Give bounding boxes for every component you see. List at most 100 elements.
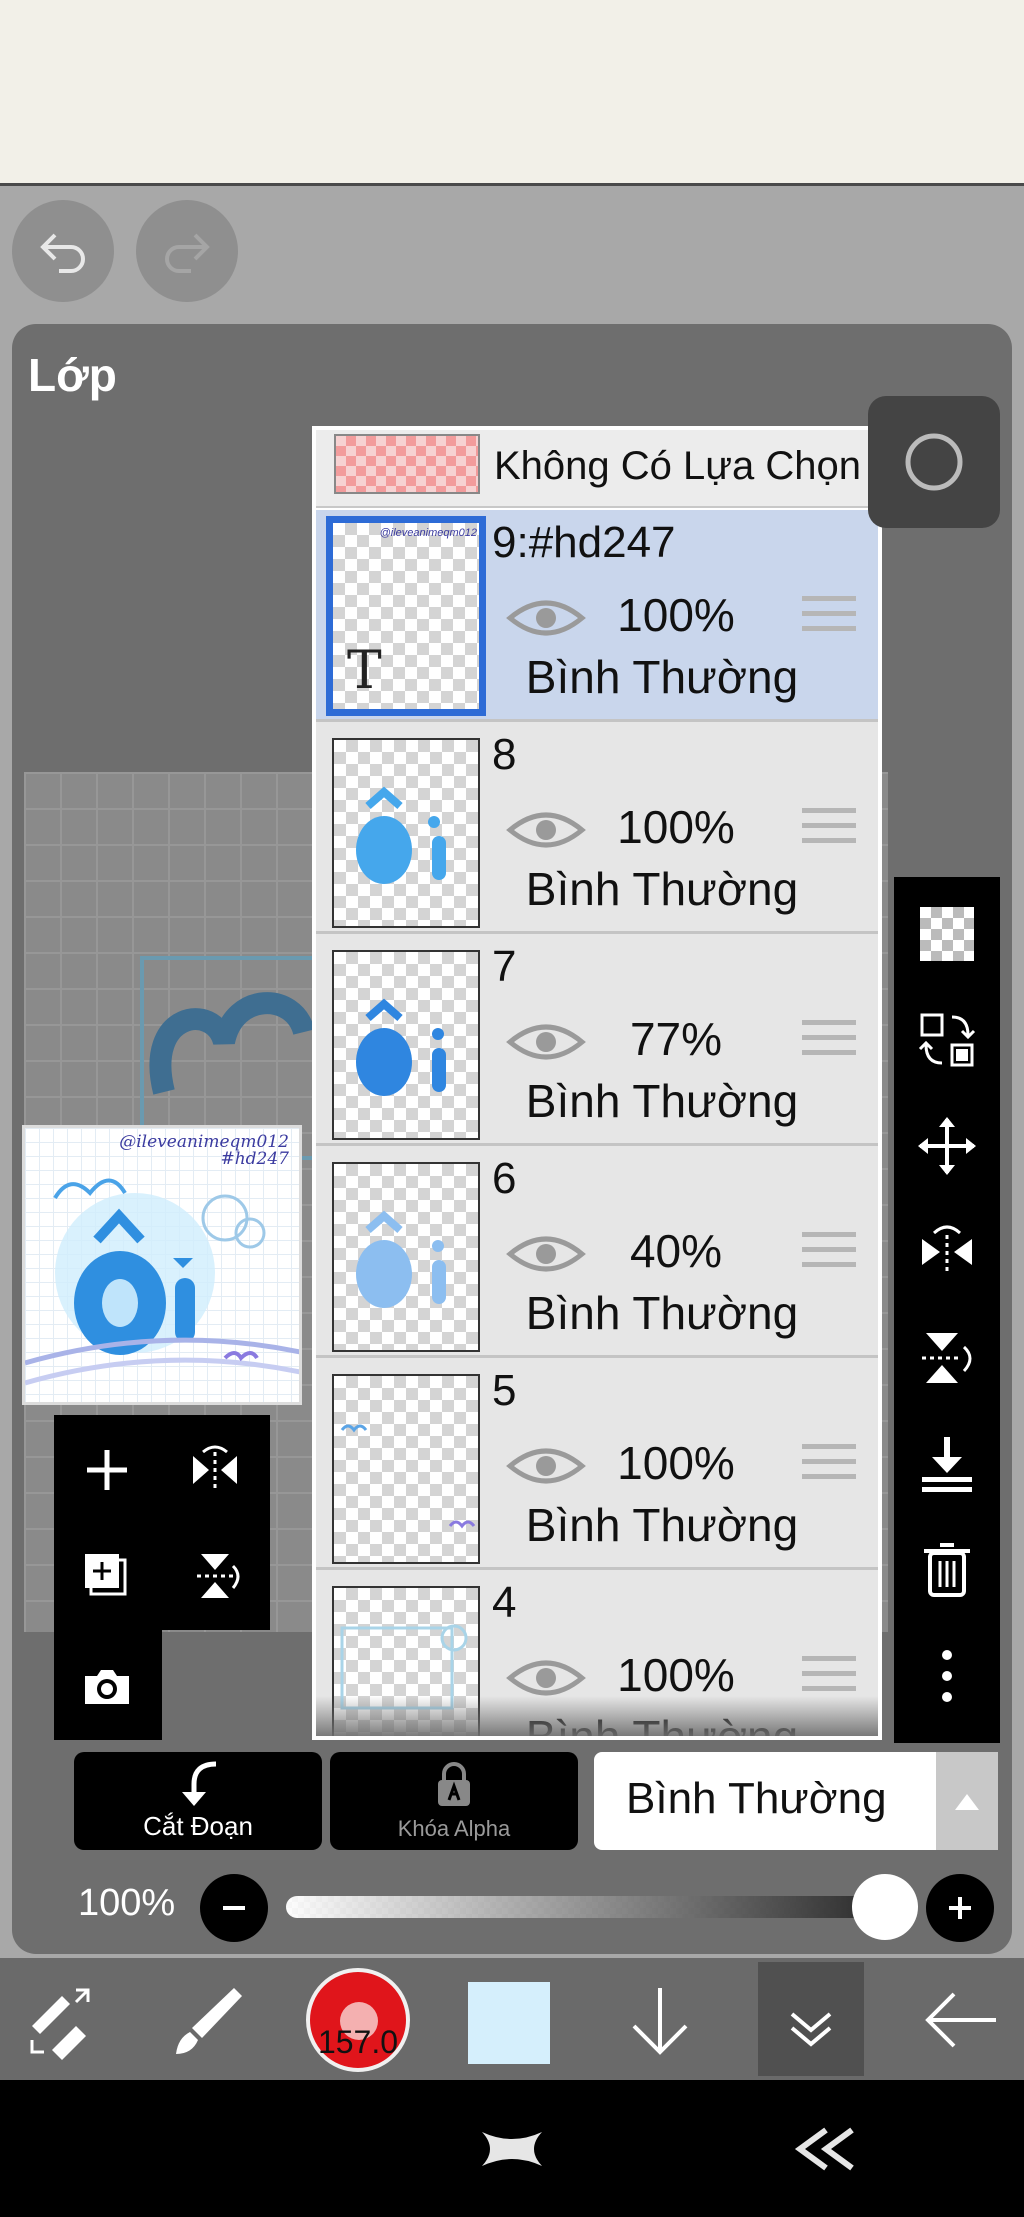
drag-handle-icon[interactable] xyxy=(802,808,856,850)
layer-row[interactable]: @ileveanimeqm012 T 9:#hd247 100% Bình Th… xyxy=(316,510,878,722)
caret-up-icon[interactable] xyxy=(936,1752,998,1850)
layer-blend-mode[interactable]: Bình Thường xyxy=(492,650,832,704)
flip-vertical-button[interactable] xyxy=(180,1541,250,1611)
undo-icon xyxy=(40,233,85,273)
opacity-decrease-button[interactable] xyxy=(200,1874,268,1942)
drag-handle-icon[interactable] xyxy=(802,1232,856,1274)
undo-button[interactable] xyxy=(12,200,114,302)
arrow-left-icon xyxy=(925,1992,996,2048)
visibility-eye-icon[interactable] xyxy=(506,1230,586,1278)
brush-tool-button[interactable] xyxy=(160,1972,256,2068)
back-button[interactable] xyxy=(912,1972,1008,2068)
layer-blend-mode[interactable]: Bình Thường xyxy=(492,1498,832,1552)
layer-blend-mode[interactable]: Bình Thường xyxy=(492,1286,832,1340)
flip-horizontal-icon xyxy=(193,1445,237,1488)
layer-thumbnail xyxy=(332,1162,480,1352)
selection-thumbnail xyxy=(334,434,480,494)
camera-icon xyxy=(85,1670,129,1704)
more-vertical-icon xyxy=(942,1650,952,1702)
visibility-eye-icon[interactable] xyxy=(506,1654,586,1702)
no-selection-row[interactable]: Không Có Lựa Chọn xyxy=(316,430,878,508)
layer-thumbnail: @ileveanimeqm012 T xyxy=(326,516,486,716)
layer-opacity[interactable]: 100% xyxy=(606,588,746,642)
opacity-slider[interactable] xyxy=(286,1896,890,1918)
delete-layer-button[interactable] xyxy=(912,1535,982,1605)
swap-icon xyxy=(918,1013,976,1067)
arrow-down-icon xyxy=(632,1988,688,2055)
minus-icon xyxy=(223,1906,245,1910)
panel-title: Lớp xyxy=(28,349,117,401)
text-layer-glyph: T xyxy=(347,641,382,701)
flip-horizontal-icon xyxy=(922,1225,972,1271)
layer-row[interactable]: 6 40% Bình Thường xyxy=(316,1146,878,1358)
blend-mode-value: Bình Thường xyxy=(626,1774,887,1823)
more-options-button[interactable] xyxy=(912,1641,982,1711)
layer-row[interactable]: 5 100% Bình Thường xyxy=(316,1358,878,1570)
system-nav-bar xyxy=(0,2080,1024,2217)
merge-down-button[interactable] xyxy=(912,1429,982,1499)
flip-horizontal-layer-button[interactable] xyxy=(912,1217,982,1287)
alpha-lock-label: Khóa Alpha xyxy=(397,1816,511,1841)
plus-icon xyxy=(949,1897,971,1919)
blend-mode-select[interactable]: Bình Thường xyxy=(594,1752,998,1850)
opacity-increase-button[interactable] xyxy=(926,1874,994,1942)
layer-blend-mode[interactable]: Bình Thường xyxy=(492,1074,832,1128)
add-layer-button[interactable] xyxy=(72,1435,142,1505)
camera-button[interactable] xyxy=(72,1651,142,1721)
redo-icon xyxy=(165,233,210,273)
redo-button[interactable] xyxy=(136,200,238,302)
layer-opacity[interactable]: 40% xyxy=(606,1224,746,1278)
visibility-eye-icon[interactable] xyxy=(506,1442,586,1490)
canvas-preview-thumbnail[interactable]: @ileveanimeqm012 #hd247 xyxy=(22,1125,302,1405)
layer-opacity[interactable]: 100% xyxy=(606,1648,746,1702)
layer-opacity[interactable]: 100% xyxy=(606,1436,746,1490)
double-chevron-left-icon[interactable] xyxy=(790,2124,860,2174)
layer-name: 5 xyxy=(492,1366,517,1415)
drag-handle-icon[interactable] xyxy=(802,596,856,638)
close-x-icon[interactable] xyxy=(474,2124,550,2174)
flip-vertical-icon xyxy=(922,1333,972,1383)
top-bar xyxy=(0,0,1024,186)
layer-opacity[interactable]: 77% xyxy=(606,1012,746,1066)
visibility-eye-icon[interactable] xyxy=(506,594,586,642)
layer-blend-mode[interactable]: Bình Thường xyxy=(492,862,832,916)
transform-tool-button[interactable] xyxy=(14,1972,110,2068)
drag-handle-icon[interactable] xyxy=(802,1656,856,1698)
selection-toggle-button[interactable] xyxy=(868,396,1000,528)
trash-icon xyxy=(924,1543,970,1597)
layer-row[interactable]: 7 77% Bình Thường xyxy=(316,934,878,1146)
left-tool-palette xyxy=(54,1415,270,1740)
visibility-eye-icon[interactable] xyxy=(506,1018,586,1066)
visibility-eye-icon[interactable] xyxy=(506,806,586,854)
brush-size-value: 157.0 xyxy=(317,2024,399,2060)
preview-watermark: @ileveanimeqm012 #hd247 xyxy=(119,1132,289,1169)
move-arrows-icon xyxy=(918,1117,976,1175)
layer-name: 8 xyxy=(492,730,517,779)
layer-name: 7 xyxy=(492,942,517,991)
brush-size-button[interactable]: 157.0 xyxy=(306,1968,410,2072)
thumbnail-watermark: @ileveanimeqm012 xyxy=(379,527,477,539)
clipping-button[interactable]: Cắt Đoạn xyxy=(74,1752,322,1850)
layer-list[interactable]: Không Có Lựa Chọn @ileveanimeqm012 T 9:#… xyxy=(312,426,882,1740)
layer-row[interactable]: 8 100% Bình Thường xyxy=(316,722,878,934)
color-swatch-button[interactable] xyxy=(468,1982,550,2064)
swap-layers-button[interactable] xyxy=(912,1005,982,1075)
transparency-button[interactable] xyxy=(912,899,982,969)
transform-icon xyxy=(30,1988,90,2060)
flip-horizontal-button[interactable] xyxy=(180,1435,250,1505)
plus-icon xyxy=(87,1450,127,1490)
flip-vertical-layer-button[interactable] xyxy=(912,1323,982,1393)
down-arrow-button[interactable] xyxy=(612,1972,708,2068)
drag-handle-icon[interactable] xyxy=(802,1444,856,1486)
layer-name: 4 xyxy=(492,1578,517,1627)
move-button[interactable] xyxy=(912,1111,982,1181)
alpha-lock-button[interactable]: Khóa Alpha xyxy=(330,1752,578,1850)
layer-opacity[interactable]: 100% xyxy=(606,800,746,854)
opacity-slider-thumb[interactable] xyxy=(852,1874,918,1940)
layer-thumbnail xyxy=(332,738,480,928)
add-layer-box-icon xyxy=(85,1554,127,1596)
drag-handle-icon[interactable] xyxy=(802,1020,856,1062)
layers-toggle-button[interactable] xyxy=(758,1962,864,2076)
opacity-slider-row: 100% xyxy=(0,1872,1024,1942)
add-image-layer-button[interactable] xyxy=(72,1541,142,1611)
